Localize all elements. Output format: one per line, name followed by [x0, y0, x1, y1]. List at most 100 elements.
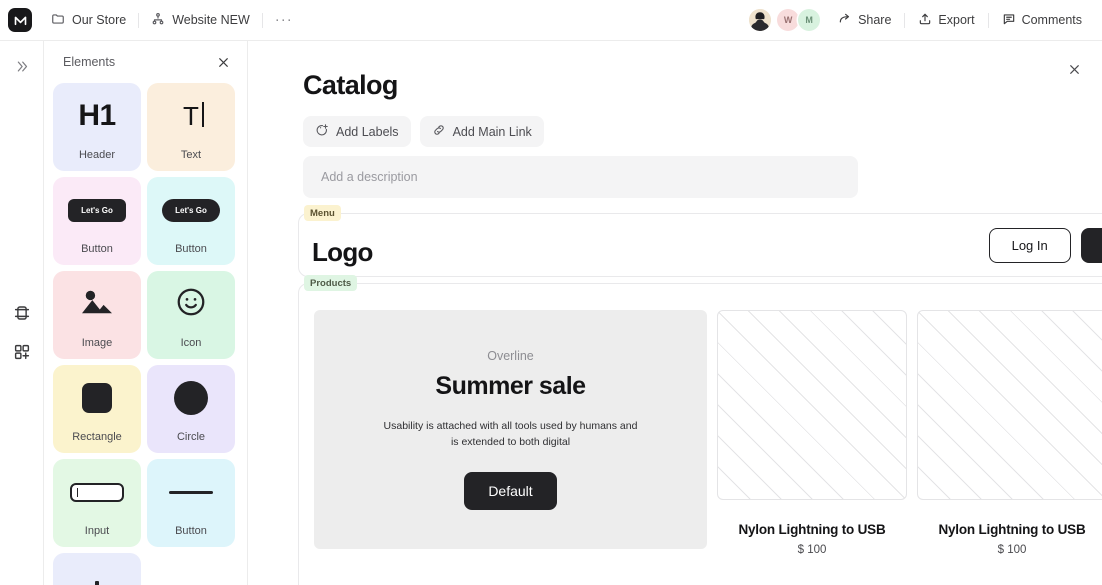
input-field-icon [70, 482, 124, 502]
element-card-input[interactable]: Input [53, 459, 141, 547]
avatar[interactable]: W [777, 9, 800, 31]
breadcrumb-item-website-new[interactable]: Website NEW [142, 7, 259, 34]
breadcrumb-label: Website NEW [172, 13, 250, 27]
logo-text: Logo [312, 237, 373, 267]
circle-shape-icon [174, 381, 208, 415]
element-preview: Let's Go [53, 177, 141, 243]
smiley-icon [175, 286, 207, 323]
link-icon [432, 123, 446, 140]
comments-button[interactable]: Comments [994, 7, 1090, 34]
user-photo-avatar [749, 9, 772, 31]
element-preview: Let's Go [147, 177, 235, 243]
hero-banner-card[interactable]: Overline Summer sale Usability is attach… [314, 310, 707, 549]
products-row: Overline Summer sale Usability is attach… [314, 310, 1102, 556]
main-content: Catalog Add Labels Add Main Link Add a d… [248, 41, 1102, 585]
bar-shape-icon [95, 581, 99, 585]
element-card-label: Icon [180, 337, 202, 349]
breadcrumb-divider [138, 12, 140, 28]
product-price: $ 100 [997, 544, 1027, 556]
element-card-button-line[interactable]: Button [147, 459, 235, 547]
add-main-link-button[interactable]: Add Main Link [419, 116, 544, 147]
element-card-label: Button [81, 243, 113, 255]
avatar[interactable]: M [798, 9, 821, 31]
product-name: Nylon Lightning to USB [738, 522, 886, 537]
chevrons-right-icon[interactable] [8, 52, 36, 80]
share-button[interactable]: Share [830, 7, 899, 34]
element-preview [53, 271, 141, 337]
folder-icon [51, 12, 65, 29]
elements-panel: Elements H1 Header T Text Let's Go Butto… [44, 41, 248, 585]
description-placeholder: Add a description [321, 170, 418, 184]
share-label: Share [858, 13, 892, 27]
page-title: Catalog [303, 70, 398, 100]
product-image-placeholder [717, 310, 907, 500]
products-section[interactable]: Products Overline Summer sale Usability … [298, 275, 1102, 585]
section-badge-menu: Menu [304, 205, 341, 221]
element-preview [53, 365, 141, 431]
action-divider [987, 12, 989, 28]
app-logo-mark[interactable] [8, 8, 32, 32]
element-card-partial[interactable] [53, 553, 141, 585]
element-preview [147, 271, 235, 337]
menu-section[interactable]: Menu Logo Log In Sign Up [298, 205, 1102, 277]
grid-plus-icon[interactable] [8, 338, 36, 366]
export-upload-icon [918, 12, 932, 29]
element-card-icon[interactable]: Icon [147, 271, 235, 359]
hero-description: Usability is attached with all tools use… [383, 419, 638, 448]
export-label: Export [938, 13, 975, 27]
product-name: Nylon Lightning to USB [938, 522, 1086, 537]
button-preview-label: Let's Go [162, 198, 220, 222]
button-preview-label: Let's Go [68, 198, 126, 222]
tag-plus-icon [315, 123, 329, 140]
comments-label: Comments [1021, 13, 1082, 27]
frame-icon[interactable] [8, 299, 36, 327]
element-card-label: Circle [176, 431, 206, 443]
element-card-label: Button [175, 243, 207, 255]
comment-bubble-icon [1002, 12, 1016, 29]
top-bar: Our Store Website NEW ··· W M Share Expo… [0, 0, 1102, 41]
breadcrumb-divider [261, 12, 263, 28]
divider-line-icon [169, 490, 213, 494]
export-button[interactable]: Export [910, 7, 982, 34]
element-card-button-pill[interactable]: Let's Go Button [147, 177, 235, 265]
element-card-text[interactable]: T Text [147, 83, 235, 171]
element-card-label: Rectangle [72, 431, 122, 443]
element-preview [147, 365, 235, 431]
element-card-rectangle[interactable]: Rectangle [53, 365, 141, 453]
text-glyph: T [183, 100, 204, 131]
element-card-label: Image [81, 337, 113, 349]
image-icon [78, 287, 116, 322]
share-arrow-icon [838, 12, 852, 29]
left-icon-rail [0, 41, 44, 585]
element-card-image[interactable]: Image [53, 271, 141, 359]
add-labels-label: Add Labels [336, 124, 399, 139]
product-card[interactable]: Nylon Lightning to USB $ 100 [917, 310, 1102, 556]
product-card[interactable]: Nylon Lightning to USB $ 100 [717, 310, 907, 556]
hero-default-button[interactable]: Default [464, 472, 557, 511]
element-card-header[interactable]: H1 Header [53, 83, 141, 171]
description-input[interactable]: Add a description [303, 156, 858, 198]
action-divider [904, 12, 906, 28]
element-card-label: Input [84, 525, 110, 537]
avatar[interactable] [749, 9, 772, 31]
menu-actions: Log In Sign Up [988, 228, 1102, 263]
hero-title: Summer sale [435, 371, 586, 400]
elements-grid: H1 Header T Text Let's Go Button Let's G… [44, 83, 247, 585]
element-card-circle[interactable]: Circle [147, 365, 235, 453]
element-card-button-rect[interactable]: Let's Go Button [53, 177, 141, 265]
element-preview [147, 459, 235, 525]
add-labels-button[interactable]: Add Labels [303, 116, 411, 147]
breadcrumb-overflow-button[interactable]: ··· [266, 12, 302, 28]
add-main-link-label: Add Main Link [452, 124, 532, 139]
avatar-initial: W [783, 15, 793, 25]
close-icon[interactable] [213, 52, 233, 72]
elements-panel-title: Elements [63, 55, 116, 69]
element-preview: T [147, 83, 235, 149]
close-icon[interactable] [1064, 59, 1084, 79]
sign-up-button[interactable]: Sign Up [1080, 228, 1102, 263]
breadcrumb-item-our-store[interactable]: Our Store [42, 7, 135, 34]
log-in-button[interactable]: Log In [988, 228, 1071, 263]
element-card-label: Header [78, 149, 116, 161]
top-bar-actions: W M Share Export Comments [749, 7, 1102, 34]
meta-actions-row: Add Labels Add Main Link [303, 116, 544, 147]
